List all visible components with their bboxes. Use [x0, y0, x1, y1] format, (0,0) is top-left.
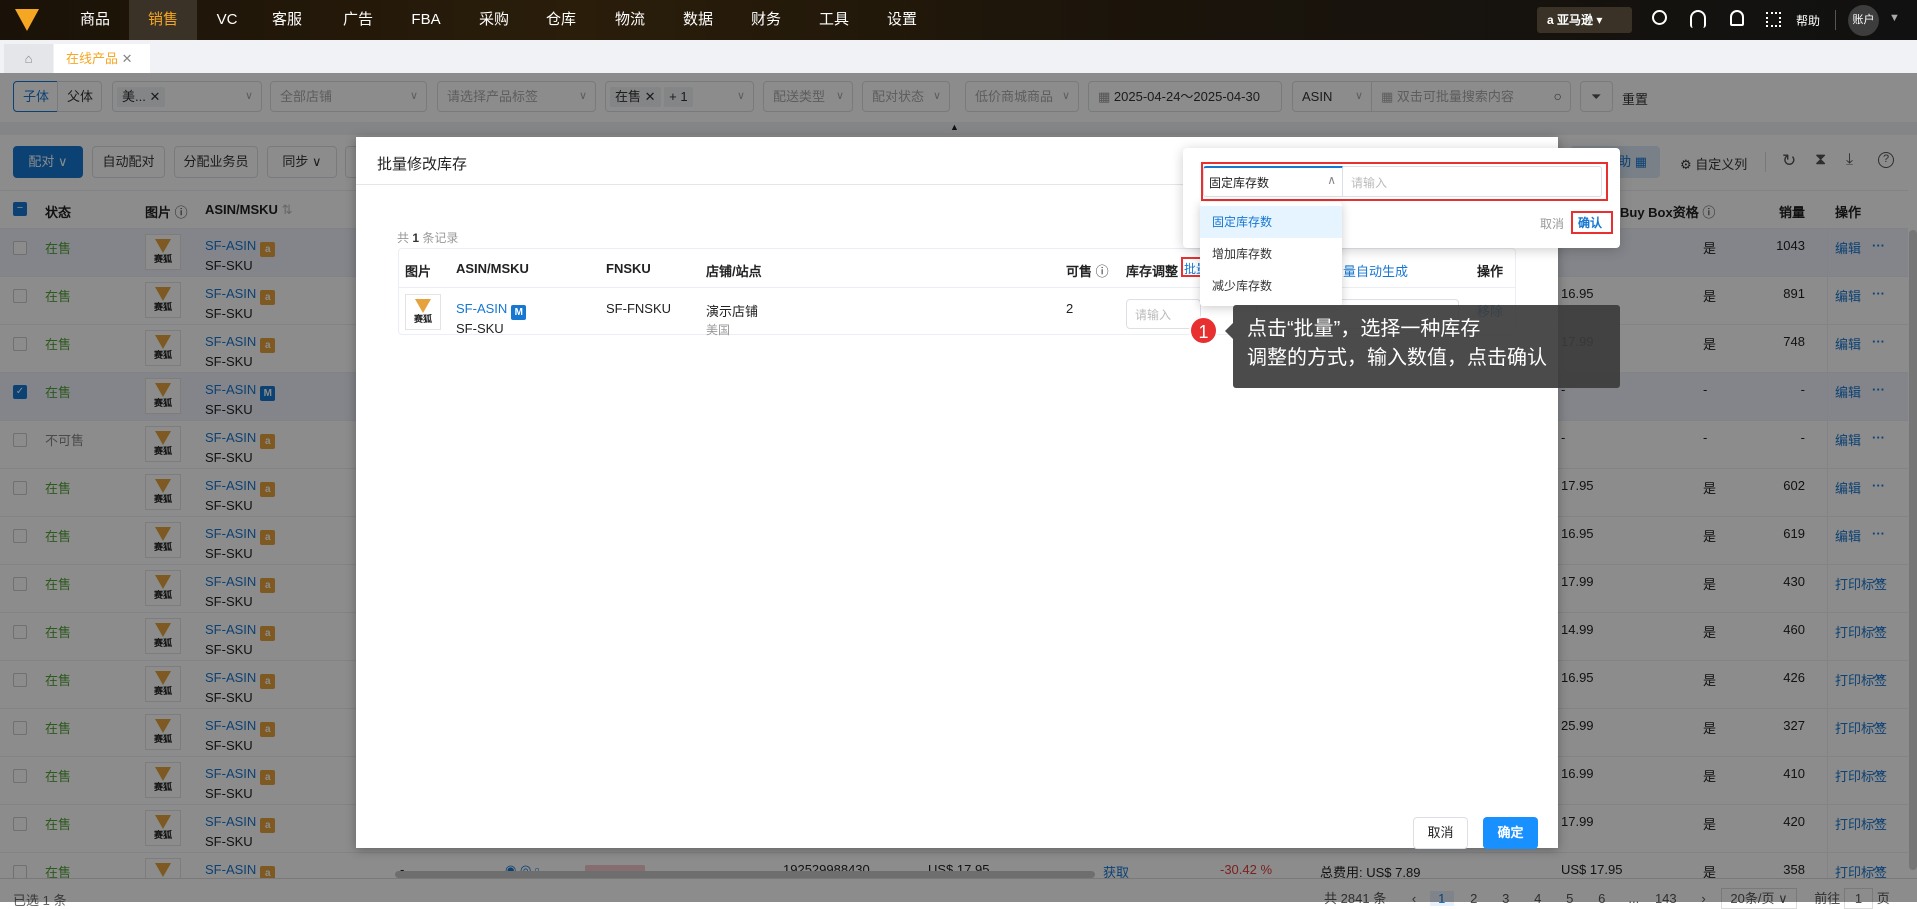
- fnsku: SF-FNSKU: [606, 301, 671, 316]
- help-icon: ⓘ: [1095, 264, 1109, 279]
- dropdown-option[interactable]: 减少库存数: [1200, 270, 1342, 302]
- nav-item[interactable]: 商品: [61, 0, 129, 40]
- nav-item[interactable]: 广告: [324, 0, 392, 40]
- m-badge-icon: M: [511, 305, 527, 320]
- dropdown-option[interactable]: 固定库存数: [1200, 206, 1342, 238]
- chevron-down-icon[interactable]: ▼: [1889, 12, 1900, 24]
- avatar[interactable]: 账户: [1848, 5, 1879, 36]
- header-adjust: 库存调整: [1126, 264, 1179, 279]
- dropdown-option[interactable]: 增加库存数: [1200, 238, 1342, 270]
- msku: SF-SKU: [456, 321, 504, 336]
- tab-online-products[interactable]: 在线产品 ✕: [54, 44, 150, 73]
- close-icon[interactable]: ✕: [122, 51, 133, 66]
- nav-item[interactable]: 销售: [129, 0, 197, 40]
- apps-grid-icon[interactable]: [1766, 12, 1781, 27]
- home-icon: ⌂: [24, 51, 33, 66]
- nav-item[interactable]: 工具: [800, 0, 868, 40]
- record-count: 共 1 条记录: [397, 231, 459, 245]
- nav-item[interactable]: 财务: [732, 0, 800, 40]
- bell-icon[interactable]: [1730, 10, 1744, 26]
- sellable-qty: 2: [1066, 301, 1074, 316]
- nav-item[interactable]: 数据: [664, 0, 732, 40]
- nav-item[interactable]: FBA: [392, 0, 460, 40]
- header-store: 店铺/站点: [706, 264, 762, 279]
- nav-item[interactable]: 仓库: [527, 0, 595, 40]
- header-asin: ASIN/MSKU: [456, 261, 529, 276]
- store-name: 演示店铺: [706, 304, 759, 319]
- logo[interactable]: [15, 9, 39, 31]
- header-image: 图片: [405, 264, 432, 279]
- search-icon[interactable]: [1652, 10, 1667, 25]
- help-link[interactable]: 帮助: [1796, 12, 1820, 29]
- auto-generate-link[interactable]: 量自动生成: [1343, 261, 1408, 280]
- guide-tooltip: 点击“批量”，选择一种库存 调整的方式，输入数值，点击确认: [1233, 305, 1620, 388]
- header-ops: 操作: [1477, 264, 1504, 279]
- tab-bar: ⌂ 在线产品 ✕: [0, 40, 1917, 73]
- amazon-icon: a: [1547, 13, 1554, 27]
- confirm-button[interactable]: 确定: [1483, 817, 1538, 849]
- cancel-button[interactable]: 取消: [1413, 817, 1468, 849]
- nav-item[interactable]: 采购: [460, 0, 528, 40]
- header-fnsku: FNSKU: [606, 261, 651, 276]
- tab-home[interactable]: ⌂: [4, 44, 53, 73]
- product-image: 赛狐: [405, 294, 441, 330]
- popover-cancel-button[interactable]: 取消: [1540, 215, 1564, 232]
- confirm-highlight: [1571, 211, 1613, 234]
- divider: [1835, 10, 1836, 30]
- marketplace-select[interactable]: a 亚马逊 ▾: [1537, 7, 1632, 33]
- header-sellable: 可售 ⓘ: [1066, 264, 1109, 279]
- asin-link[interactable]: SF-ASIN M: [456, 301, 527, 320]
- input-highlight: [1201, 162, 1608, 201]
- nav-item[interactable]: 物流: [596, 0, 664, 40]
- top-nav: 商品 销售 VC 客服 广告 FBA 采购 仓库 物流 数据 财务 工具 设置 a 亚马逊 ▾ 帮助 账…: [0, 0, 1917, 40]
- nav-item[interactable]: 客服: [253, 0, 321, 40]
- tooltip-arrow: [1225, 323, 1233, 339]
- adjust-mode-dropdown: 固定库存数 增加库存数 减少库存数: [1200, 202, 1342, 306]
- step-badge: 1: [1189, 316, 1218, 345]
- dialog-title: 批量修改库存: [377, 156, 468, 173]
- site-name: 美国: [706, 323, 731, 337]
- nav-item[interactable]: 设置: [868, 0, 936, 40]
- nav-item[interactable]: VC: [193, 0, 261, 40]
- headset-icon[interactable]: [1690, 10, 1706, 28]
